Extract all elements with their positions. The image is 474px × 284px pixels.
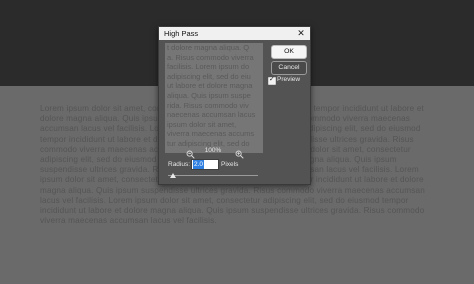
- preview-line: facilisis. Lorem ipsum do: [167, 62, 250, 72]
- radius-slider-track[interactable]: [168, 175, 258, 176]
- radius-value: 2.0: [193, 160, 205, 169]
- high-pass-dialog: High Pass ✕ t dolore magna aliqua. Qa. R…: [158, 26, 311, 185]
- dialog-title: High Pass: [164, 29, 199, 38]
- preview-line: viverra maecenas accums: [167, 129, 255, 139]
- preview-text: t dolore magna aliqua. Qa. Risus commodo…: [167, 43, 263, 149]
- preview-line: aliqua. Quis ipsum suspe: [167, 90, 251, 100]
- radius-input[interactable]: 2.0: [191, 159, 219, 170]
- filter-preview-pane[interactable]: t dolore magna aliqua. Qa. Risus commodo…: [165, 43, 263, 153]
- preview-line: t dolore magna aliqua. Q: [167, 43, 250, 52]
- preview-line: adipiscing elit, sed do eiu: [167, 71, 251, 81]
- radius-slider-handle[interactable]: [170, 173, 177, 178]
- checkmark-icon: ✓: [269, 76, 275, 83]
- ok-button[interactable]: OK: [271, 45, 307, 59]
- preview-line: ipsum dolor sit amet,: [167, 119, 237, 129]
- preview-line: ut labore et dolore magna: [167, 81, 253, 91]
- units-label: Pixels: [221, 161, 239, 168]
- zoom-level: 100%: [204, 147, 222, 154]
- preview-line: naecenas accumsan lacus: [167, 110, 256, 120]
- close-icon[interactable]: ✕: [296, 28, 306, 39]
- zoom-in-icon[interactable]: [235, 146, 244, 159]
- preview-line: rida. Risus commodo viv: [167, 100, 249, 110]
- radius-label: Radius:: [168, 161, 191, 168]
- cancel-button[interactable]: Cancel: [271, 61, 307, 75]
- preview-line: a. Risus commodo viverra: [167, 52, 254, 62]
- dialog-title-bar[interactable]: High Pass ✕: [159, 27, 310, 40]
- preview-label: Preview: [277, 76, 301, 83]
- preview-checkbox[interactable]: ✓: [268, 76, 276, 85]
- zoom-out-icon[interactable]: [186, 146, 195, 159]
